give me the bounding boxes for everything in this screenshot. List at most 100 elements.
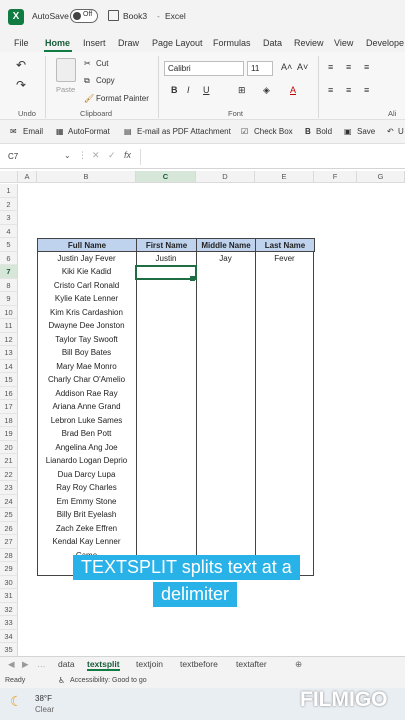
undo-icon[interactable]: ↶: [16, 58, 26, 72]
font-name-select[interactable]: Calibri: [164, 61, 244, 76]
full-name-cell[interactable]: Addison Rae Ray: [37, 387, 136, 401]
format-painter-button[interactable]: Format Painter: [96, 94, 149, 103]
check-box-button[interactable]: Check Box: [254, 127, 293, 136]
row-header[interactable]: 30: [0, 575, 18, 589]
select-all-corner[interactable]: [0, 171, 18, 183]
table-header-cell[interactable]: First Name: [136, 238, 197, 252]
row-header[interactable]: 3: [0, 211, 18, 225]
sheet-tab-textafter[interactable]: textafter: [236, 659, 267, 669]
selected-cell-c7[interactable]: [135, 265, 197, 280]
paste-icon[interactable]: [56, 58, 76, 82]
redo-icon[interactable]: ↷: [16, 78, 26, 92]
row-header[interactable]: 24: [0, 494, 18, 508]
email-pdf-button[interactable]: E-mail as PDF Attachment: [137, 127, 231, 136]
row-header[interactable]: 35: [0, 643, 18, 657]
row-header[interactable]: 29: [0, 562, 18, 576]
tab-view[interactable]: View: [334, 38, 353, 48]
email-button[interactable]: Email: [23, 127, 43, 136]
borders-icon[interactable]: ⊞: [238, 85, 246, 96]
increase-font-icon[interactable]: A˄: [281, 62, 292, 72]
email-icon[interactable]: ✉: [10, 127, 17, 136]
first-name-cell[interactable]: Justin: [136, 252, 196, 266]
undo-small-icon[interactable]: ↶: [387, 127, 394, 136]
font-size-select[interactable]: 11: [247, 61, 273, 76]
formula-input[interactable]: [140, 149, 400, 165]
column-header-d[interactable]: D: [196, 171, 255, 183]
full-name-cell[interactable]: Angelina Ang Joe: [37, 441, 136, 455]
row-header[interactable]: 25: [0, 508, 18, 522]
row-header[interactable]: 27: [0, 535, 18, 549]
full-name-cell[interactable]: Lianardo Logan Deprio: [37, 454, 136, 468]
tab-home[interactable]: Home: [45, 38, 70, 48]
copy-button[interactable]: Copy: [96, 76, 115, 85]
bold-icon[interactable]: B: [171, 85, 178, 95]
autoformat-icon[interactable]: ▦: [56, 127, 64, 136]
checkbox-icon[interactable]: ☑: [241, 127, 248, 136]
full-name-cell[interactable]: Zach Zeke Effren: [37, 522, 136, 536]
align-bottom-icon[interactable]: ≡: [364, 62, 369, 72]
add-sheet-icon[interactable]: ⊕: [295, 659, 302, 670]
table-header-cell[interactable]: Full Name: [37, 238, 137, 252]
full-name-cell[interactable]: Dua Darcy Lupa: [37, 468, 136, 482]
middle-name-cell[interactable]: Jay: [196, 252, 255, 266]
full-name-cell[interactable]: Brad Ben Pott: [37, 427, 136, 441]
full-name-cell[interactable]: Dwayne Dee Jonston: [37, 319, 136, 333]
full-name-cell[interactable]: Em Emmy Stone: [37, 495, 136, 509]
prev-sheet-icon[interactable]: ◀: [8, 659, 15, 670]
full-name-cell[interactable]: Kylie Kate Lenner: [37, 292, 136, 306]
table-header-cell[interactable]: Middle Name: [196, 238, 256, 252]
italic-icon[interactable]: I: [187, 85, 190, 95]
sheet-tab-textsplit[interactable]: textsplit: [87, 659, 120, 671]
row-header[interactable]: 6: [0, 251, 18, 265]
name-box-dropdown-icon[interactable]: ⌄: [64, 151, 71, 160]
last-name-cell[interactable]: Fever: [255, 252, 314, 266]
copy-icon[interactable]: ⧉: [84, 76, 90, 86]
align-right-icon[interactable]: ≡: [364, 85, 369, 95]
cancel-icon[interactable]: ✕: [92, 150, 100, 161]
tab-insert[interactable]: Insert: [83, 38, 106, 48]
row-header[interactable]: 16: [0, 386, 18, 400]
row-header[interactable]: 4: [0, 224, 18, 238]
row-header[interactable]: 1: [0, 184, 18, 198]
align-middle-icon[interactable]: ≡: [346, 62, 351, 72]
paste-button[interactable]: Paste: [56, 85, 75, 94]
accessibility-status[interactable]: Accessibility: Good to go: [70, 677, 147, 684]
row-header[interactable]: 13: [0, 346, 18, 360]
decrease-font-icon[interactable]: A˅: [297, 62, 308, 72]
save-icon[interactable]: [108, 10, 119, 21]
sheet-options-icon[interactable]: …: [37, 659, 46, 669]
sheet-tab-data[interactable]: data: [58, 659, 75, 669]
row-header[interactable]: 8: [0, 278, 18, 292]
save-small-icon[interactable]: ▣: [344, 127, 352, 136]
table-header-cell[interactable]: Last Name: [255, 238, 315, 252]
row-header[interactable]: 17: [0, 400, 18, 414]
enter-icon[interactable]: ✓: [108, 150, 116, 161]
pdf-icon[interactable]: ▤: [124, 127, 132, 136]
autoformat-button[interactable]: AutoFormat: [68, 127, 110, 136]
tab-file[interactable]: File: [14, 38, 29, 48]
row-header[interactable]: 23: [0, 481, 18, 495]
full-name-cell[interactable]: Kim Kris Cardashion: [37, 306, 136, 320]
column-header-c[interactable]: C: [136, 171, 196, 183]
align-center-icon[interactable]: ≡: [346, 85, 351, 95]
underline-icon[interactable]: U: [203, 85, 210, 95]
row-header[interactable]: 33: [0, 616, 18, 630]
column-header-b[interactable]: B: [37, 171, 136, 183]
row-header[interactable]: 26: [0, 521, 18, 535]
row-header[interactable]: 7: [0, 265, 18, 279]
next-sheet-icon[interactable]: ▶: [22, 659, 29, 670]
bold-small-icon[interactable]: B: [305, 127, 311, 136]
full-name-cell[interactable]: Bill Boy Bates: [37, 346, 136, 360]
full-name-cell[interactable]: Billy Brit Eyelash: [37, 508, 136, 522]
tab-formulas[interactable]: Formulas: [213, 38, 251, 48]
row-header[interactable]: 15: [0, 373, 18, 387]
undo-button[interactable]: U: [398, 127, 404, 136]
tab-page-layout[interactable]: Page Layout: [152, 38, 203, 48]
sheet-tab-textjoin[interactable]: textjoin: [136, 659, 163, 669]
column-header-f[interactable]: F: [314, 171, 357, 183]
full-name-cell[interactable]: Justin Jay Fever: [37, 252, 136, 266]
sheet-tab-textbefore[interactable]: textbefore: [180, 659, 218, 669]
full-name-cell[interactable]: Kendal Kay Lenner: [37, 535, 136, 549]
column-header-a[interactable]: A: [18, 171, 37, 183]
full-name-cell[interactable]: Cristo Carl Ronald: [37, 279, 136, 293]
